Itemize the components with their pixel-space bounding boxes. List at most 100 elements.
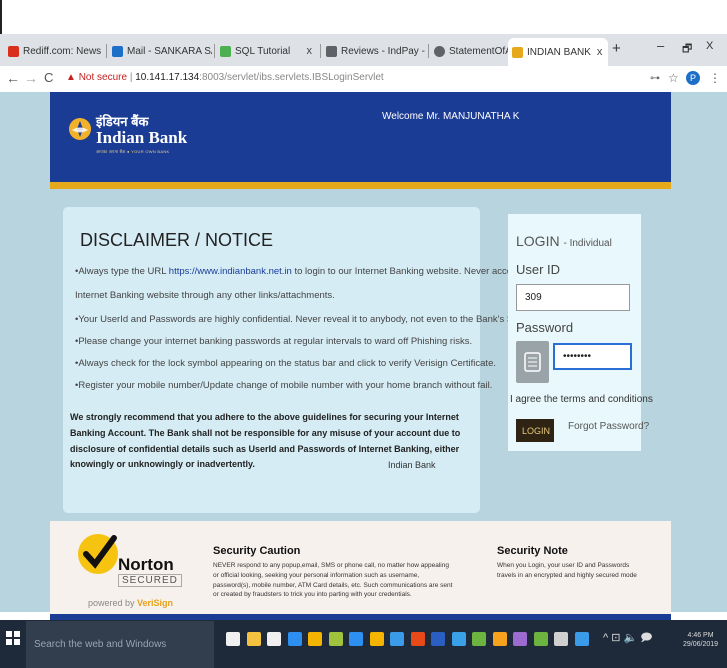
tab-title: Mail - SANKARA SAMA bbox=[127, 45, 212, 57]
taskbar-app-icon[interactable] bbox=[492, 632, 507, 646]
powered-text: powered by bbox=[88, 598, 138, 608]
taskbar-app-icon[interactable] bbox=[472, 632, 486, 646]
login-heading: LOGIN bbox=[516, 233, 560, 249]
password-label: Password bbox=[516, 320, 574, 335]
taskbar-clock[interactable]: 4:46 PM 29/06/2019 bbox=[683, 631, 718, 649]
security-note-text: When you Login, your user ID and Passwor… bbox=[497, 562, 637, 579]
globe-icon bbox=[434, 45, 445, 57]
taskbar-search[interactable]: Search the web and Windows bbox=[26, 621, 214, 668]
header-stripe bbox=[50, 182, 671, 189]
minimize-button[interactable]: – bbox=[657, 38, 664, 53]
disclaimer-line-5: •Register your mobile number/Update chan… bbox=[75, 380, 492, 391]
url-path: /servlet/ibs.servlets.IBSLoginServlet bbox=[224, 72, 384, 83]
keyboard-icon bbox=[524, 352, 541, 372]
clock-time: 4:46 PM bbox=[687, 632, 714, 639]
new-tab-button[interactable]: + bbox=[612, 40, 621, 57]
virtual-keyboard-button[interactable] bbox=[516, 341, 549, 383]
taskbar-app-icon[interactable] bbox=[390, 632, 404, 646]
user-id-input[interactable] bbox=[516, 284, 630, 311]
tab-strip: Rediff.com: News | Redi x Mail - SANKARA… bbox=[0, 34, 727, 66]
bank-url-link[interactable]: https://www.indianbank.net.in bbox=[169, 266, 292, 277]
taskbar-app-icon[interactable] bbox=[246, 632, 261, 646]
tab-separator bbox=[320, 44, 321, 58]
taskbar-app-icon[interactable] bbox=[574, 632, 589, 646]
taskbar-app-icon[interactable] bbox=[287, 632, 302, 646]
welcome-text: Welcome Mr. MANJUNATHA K bbox=[382, 111, 520, 122]
indian-bank-logo-icon bbox=[69, 118, 91, 140]
tab-statement[interactable]: StatementOfAccount_3 x bbox=[430, 38, 508, 64]
tab-rediff[interactable]: Rediff.com: News | Redi x bbox=[4, 38, 104, 64]
disclaimer-title: DISCLAIMER / NOTICE bbox=[80, 230, 274, 250]
taskbar-app-icon[interactable] bbox=[410, 632, 425, 646]
powered-by-verisign: powered by VeriSign bbox=[88, 598, 173, 608]
tab-indian-bank[interactable]: INDIAN BANK x bbox=[508, 38, 608, 66]
forward-button[interactable]: → bbox=[24, 70, 38, 86]
logo-english: Indian Bank bbox=[96, 128, 188, 147]
taskbar-app-icon[interactable] bbox=[513, 632, 527, 646]
url-host: 10.141.17.134 bbox=[135, 72, 200, 83]
taskbar-app-icon[interactable] bbox=[328, 632, 343, 646]
star-icon[interactable]: ☆ bbox=[668, 71, 679, 85]
tab-mail[interactable]: Mail - SANKARA SAMA x bbox=[108, 38, 212, 64]
login-button[interactable]: LOGIN bbox=[516, 419, 554, 442]
rediff-icon bbox=[8, 45, 19, 57]
taskbar-app-icon[interactable] bbox=[554, 632, 568, 646]
disclaimer-line-4: •Always check for the lock symbol appear… bbox=[75, 358, 496, 369]
menu-icon[interactable]: ⋮ bbox=[709, 71, 721, 85]
taskbar-app-icon[interactable] bbox=[369, 632, 384, 646]
not-secure-label: Not secure bbox=[78, 72, 128, 83]
login-title: LOGIN - Individual bbox=[516, 233, 612, 249]
tab-close-icon[interactable]: x bbox=[301, 45, 319, 57]
tab-sql[interactable]: SQL Tutorial x bbox=[216, 38, 318, 64]
close-window-button[interactable]: X bbox=[706, 40, 713, 52]
tab-title: INDIAN BANK bbox=[527, 46, 591, 58]
w3schools-icon bbox=[220, 45, 231, 57]
password-input[interactable] bbox=[553, 343, 632, 370]
tab-title: Reviews - IndPay - Goo bbox=[341, 45, 426, 57]
reload-button[interactable]: C bbox=[44, 70, 53, 85]
maximize-button[interactable]: 🗗 bbox=[682, 40, 692, 59]
tab-title: StatementOfAccount_3 bbox=[449, 45, 508, 57]
windows-start-icon[interactable] bbox=[6, 631, 20, 645]
line-text: Please change your internet banking pass… bbox=[78, 336, 473, 347]
disclaimer-line-1: •Always type the URL https://www.indianb… bbox=[75, 266, 569, 277]
taskbar-app-icon[interactable] bbox=[308, 632, 322, 646]
taskbar-app-icon[interactable] bbox=[451, 632, 466, 646]
disclaimer-line-2: •Your UserId and Passwords are highly co… bbox=[75, 314, 529, 325]
tab-close-icon[interactable]: x bbox=[591, 46, 608, 58]
taskbar-app-icon[interactable] bbox=[267, 632, 281, 646]
tab-reviews[interactable]: Reviews - IndPay - Goo x bbox=[322, 38, 426, 64]
line-text: Always check for the lock symbol appeari… bbox=[78, 358, 496, 369]
system-tray[interactable]: ^ ⊡ 🔈 🗩 bbox=[603, 629, 652, 648]
url-divider: | bbox=[129, 72, 133, 83]
verisign-brand: VeriSign bbox=[137, 598, 174, 608]
outlook-icon bbox=[112, 45, 123, 57]
norton-brand: Norton bbox=[118, 555, 174, 574]
terms-text: I agree the terms and conditions bbox=[510, 394, 653, 405]
url-port: :8003 bbox=[199, 72, 225, 83]
back-button[interactable]: ← bbox=[6, 70, 20, 86]
profile-avatar[interactable]: P bbox=[686, 71, 700, 85]
taskbar-app-icon[interactable] bbox=[226, 632, 240, 646]
taskbar-app-icon[interactable] bbox=[431, 632, 445, 646]
line-text: Your UserId and Passwords are highly con… bbox=[78, 314, 529, 325]
login-subtitle: - Individual bbox=[563, 238, 612, 249]
tab-separator bbox=[428, 44, 429, 58]
security-caution-title: Security Caution bbox=[213, 545, 301, 557]
forgot-password-link[interactable]: Forgot Password? bbox=[568, 421, 649, 432]
key-icon[interactable]: ⊶ bbox=[650, 73, 660, 84]
tab-title: SQL Tutorial bbox=[235, 45, 291, 57]
taskbar-app-icon[interactable] bbox=[349, 632, 363, 646]
disclaimer-line-3: •Please change your internet banking pas… bbox=[75, 336, 472, 347]
logo-tagline: आपका अपना बैंक ● YOUR OWN BANK bbox=[96, 149, 170, 154]
url-field[interactable]: ▲ Not secure | 10.141.17.134:8003/servle… bbox=[66, 72, 384, 83]
warning-icon: ▲ bbox=[66, 72, 76, 83]
tab-separator bbox=[214, 44, 215, 58]
indian-bank-icon bbox=[512, 46, 523, 58]
disclaimer-signature: Indian Bank bbox=[388, 460, 436, 470]
line-text: Always type the URL bbox=[78, 266, 169, 277]
security-caution-text: NEVER respond to any popup,email, SMS or… bbox=[213, 562, 453, 599]
disclaimer-line-1-cont: Internet Banking website through any oth… bbox=[75, 290, 335, 301]
taskbar-app-icon[interactable] bbox=[533, 632, 548, 646]
tab-separator bbox=[106, 44, 107, 58]
